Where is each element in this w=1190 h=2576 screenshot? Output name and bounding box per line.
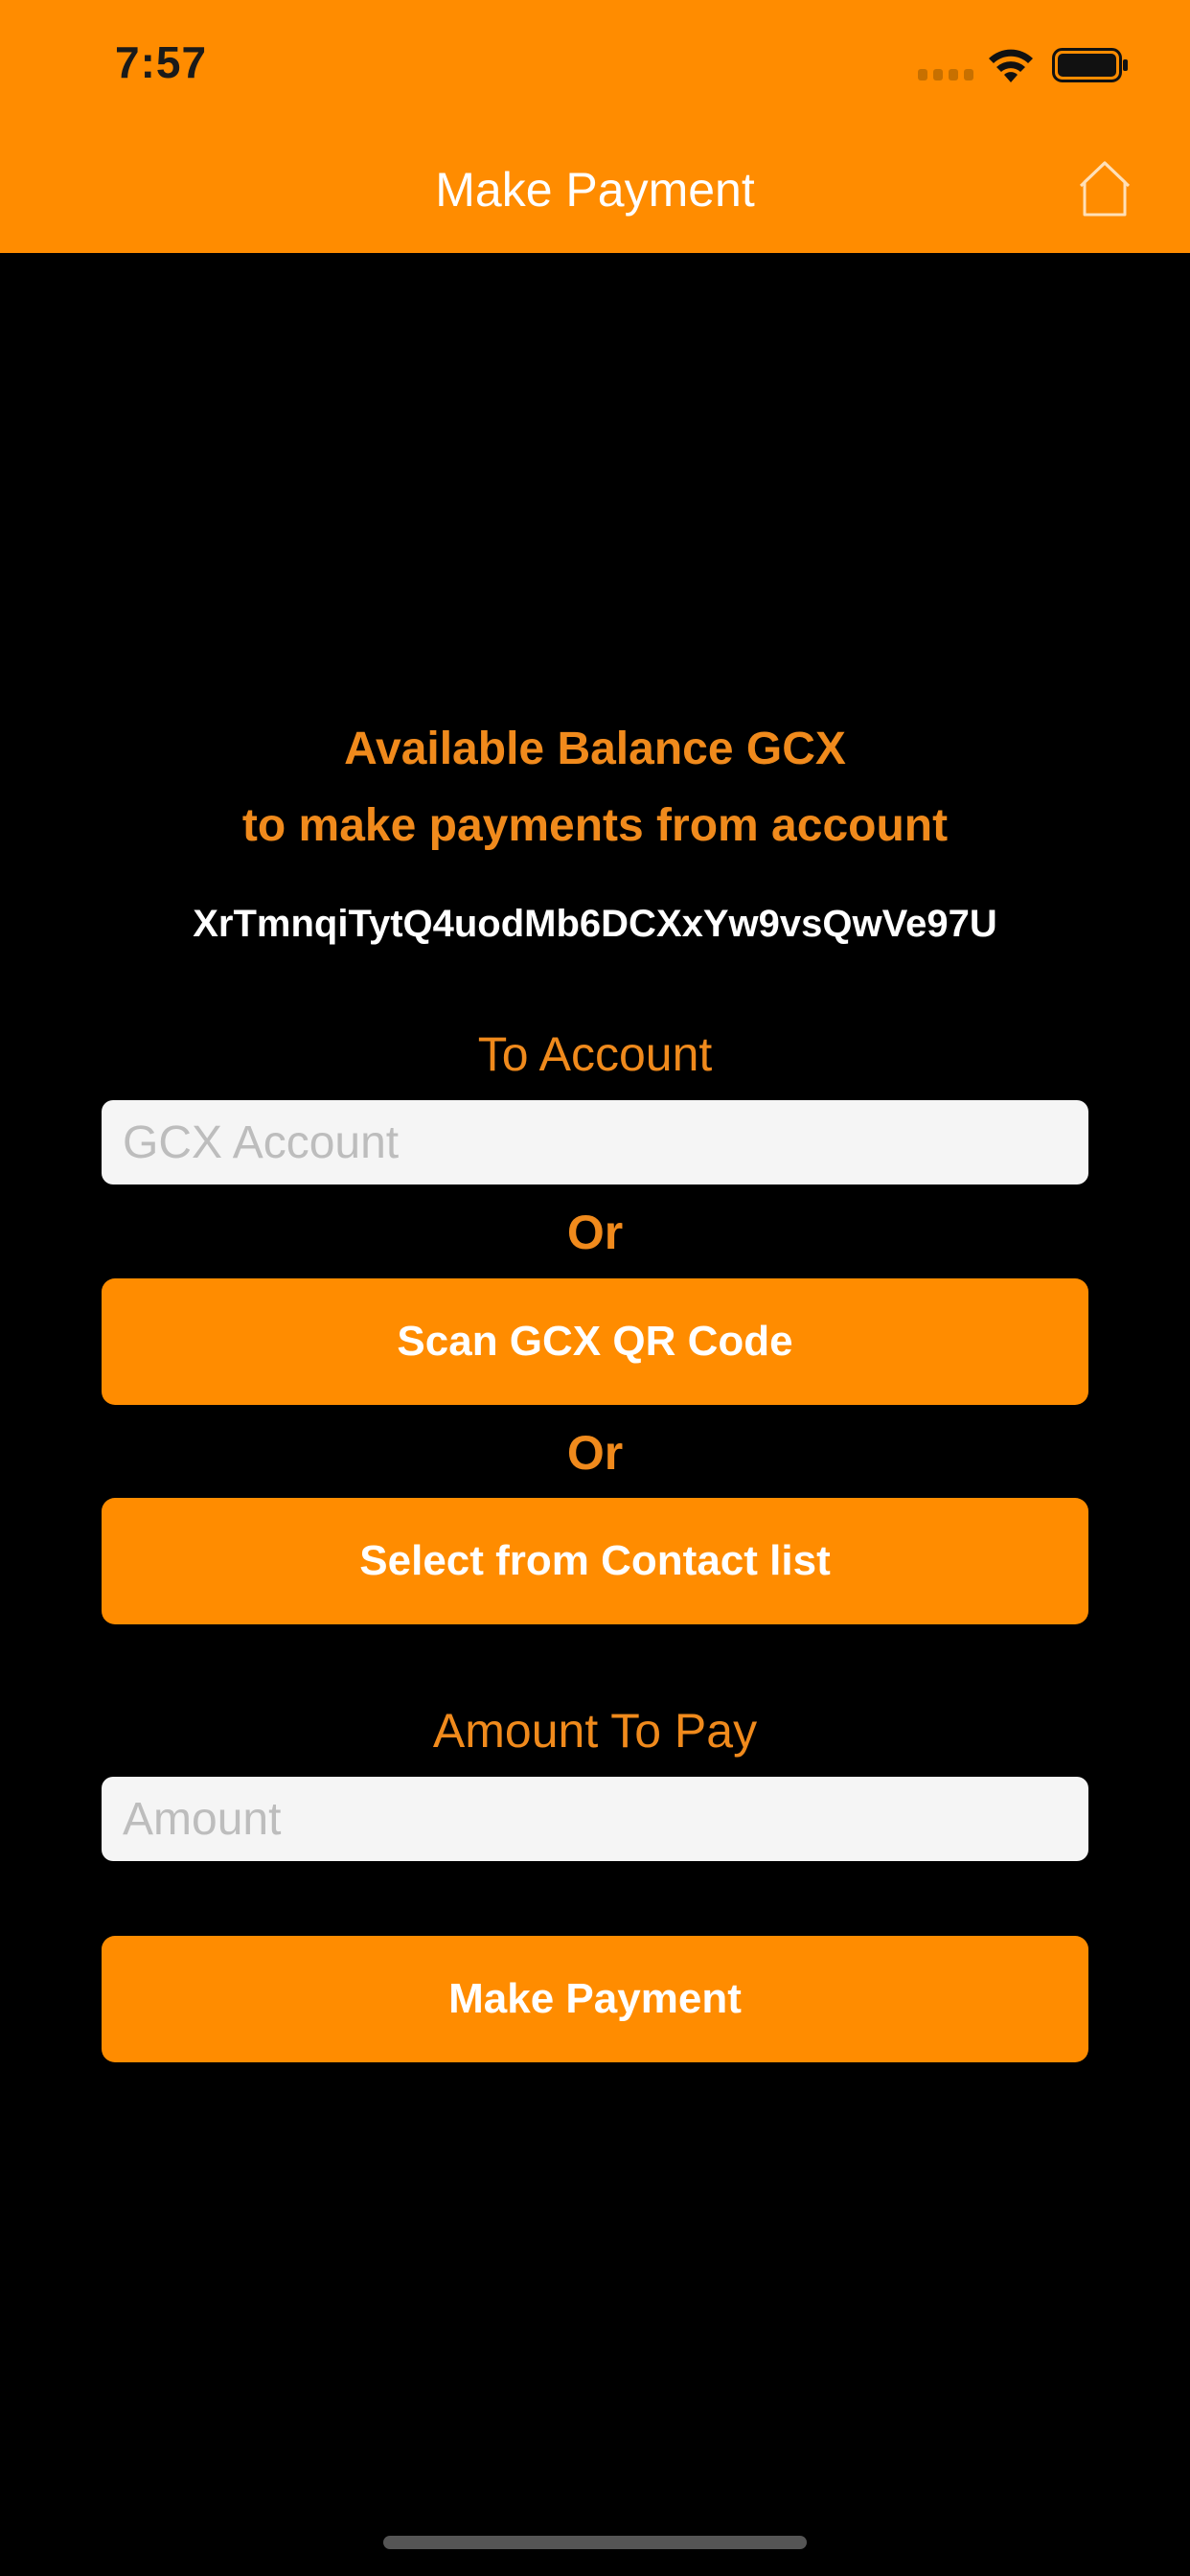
wifi-icon: [989, 49, 1033, 82]
nav-header: 7:57 Make Payment: [0, 0, 1190, 253]
account-address: XrTmnqiTytQ4uodMb6DCXxYw9vsQwVe97U: [193, 903, 997, 945]
available-balance-label: Available Balance GCX: [344, 724, 846, 774]
amount-to-pay-label: Amount To Pay: [432, 1704, 758, 1758]
select-contact-button[interactable]: Select from Contact list: [102, 1498, 1088, 1624]
make-payment-button[interactable]: Make Payment: [102, 1936, 1088, 2062]
battery-icon: [1052, 48, 1128, 82]
scan-qr-code-button[interactable]: Scan GCX QR Code: [102, 1278, 1088, 1405]
page-title: Make Payment: [435, 163, 755, 217]
cellular-signal-icon: [918, 69, 973, 80]
amount-input[interactable]: [102, 1777, 1088, 1861]
balance-subtitle: to make payments from account: [241, 800, 949, 851]
status-time: 7:57: [115, 37, 208, 87]
or-divider-label: Or: [566, 1426, 624, 1480]
scan-qr-code-button-label: Scan GCX QR Code: [397, 1318, 793, 1365]
to-account-label: To Account: [477, 1027, 713, 1081]
gcx-account-input[interactable]: [102, 1100, 1088, 1184]
make-payment-button-label: Make Payment: [448, 1975, 742, 2022]
home-indicator[interactable]: [383, 2536, 807, 2549]
select-contact-button-label: Select from Contact list: [359, 1537, 831, 1584]
make-payment-screen: 7:57 Make Payment Available Balance GCX …: [0, 0, 1190, 2576]
home-icon[interactable]: [1071, 157, 1138, 218]
or-divider-label: Or: [566, 1206, 624, 1259]
